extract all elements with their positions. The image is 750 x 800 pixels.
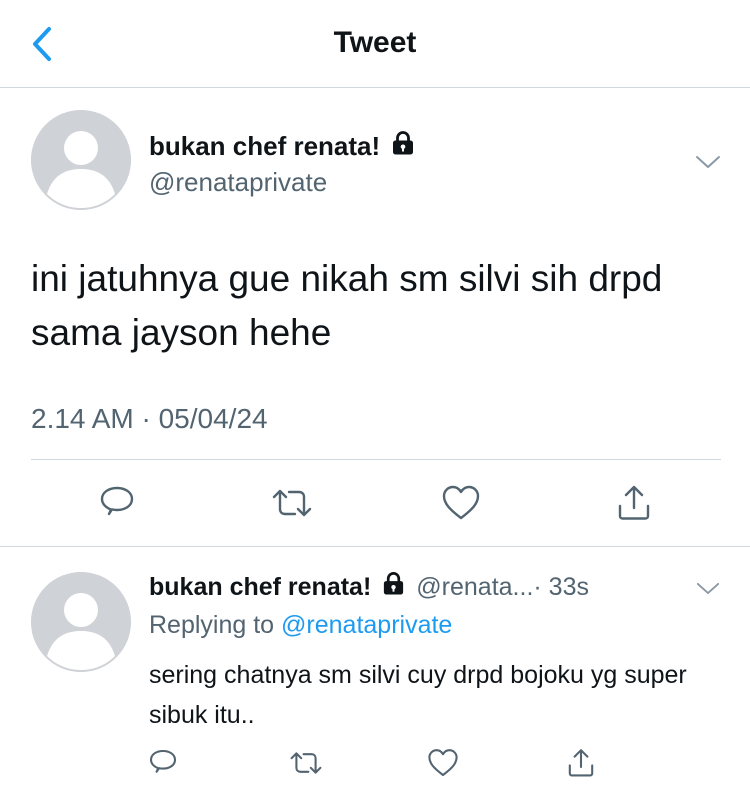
divider <box>0 546 750 547</box>
like-button[interactable] <box>420 740 466 786</box>
reply-display-name: bukan chef renata! <box>149 572 372 601</box>
divider <box>31 459 721 460</box>
reply-button[interactable] <box>140 740 186 786</box>
tweet-text: ini jatuhnya gue nikah sm silvi sih drpd… <box>31 258 663 353</box>
retweet-icon <box>272 489 312 517</box>
lock-icon <box>390 130 416 163</box>
replying-prefix: Replying to <box>149 611 282 639</box>
retweet-button[interactable] <box>283 740 329 786</box>
author-name[interactable]: bukan chef renata! <box>149 130 416 163</box>
reply-text: sering chatnya sm silvi cuy drpd bojoku … <box>149 661 687 729</box>
more-options-button[interactable] <box>692 148 724 176</box>
reply-handle: @renata... <box>416 572 534 601</box>
chevron-down-icon <box>696 156 720 168</box>
share-button[interactable] <box>558 740 604 786</box>
replying-handle-link[interactable]: @renataprivate <box>281 611 452 639</box>
lock-icon <box>381 571 406 603</box>
reply-icon <box>149 749 177 773</box>
author-display-name: bukan chef renata! <box>149 131 381 161</box>
reply-icon <box>100 486 134 516</box>
author-handle[interactable]: @renataprivate <box>149 167 327 198</box>
replying-to: Replying to @renataprivate <box>149 611 452 640</box>
share-button[interactable] <box>609 478 659 528</box>
reply-button[interactable] <box>92 478 142 528</box>
tweet-timestamp[interactable]: 2.14 AM · 05/04/24 <box>31 403 268 435</box>
avatar[interactable] <box>31 572 131 672</box>
like-icon <box>428 749 458 777</box>
retweet-icon <box>290 752 322 774</box>
page-title: Tweet <box>333 26 417 59</box>
avatar[interactable] <box>31 110 131 210</box>
reply-author[interactable]: bukan chef renata! @renata... · 33s <box>149 571 589 603</box>
top-bar: Tweet <box>0 0 750 88</box>
share-icon <box>618 485 650 520</box>
default-avatar-icon <box>31 110 131 210</box>
like-icon <box>442 485 480 520</box>
retweet-button[interactable] <box>267 478 317 528</box>
default-avatar-icon <box>31 572 131 672</box>
like-button[interactable] <box>436 478 486 528</box>
chevron-down-icon <box>696 582 720 594</box>
reply-time: · 33s <box>533 572 589 601</box>
more-options-button[interactable] <box>692 574 724 602</box>
share-icon <box>568 749 594 777</box>
